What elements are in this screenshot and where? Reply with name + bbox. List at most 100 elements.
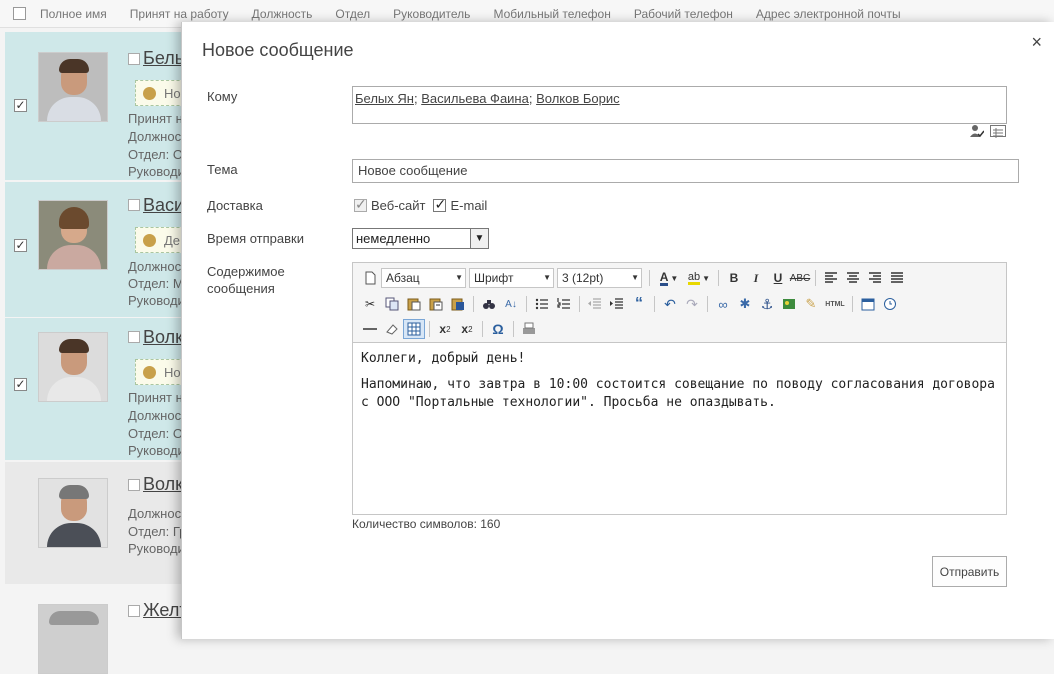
name-checkbox[interactable] — [128, 479, 140, 491]
paste-text-icon[interactable] — [425, 294, 447, 314]
undo-icon[interactable]: ↶ — [659, 294, 681, 314]
recipient[interactable]: Белых Ян — [355, 91, 414, 106]
name-checkbox[interactable] — [128, 605, 140, 617]
indent-icon[interactable] — [606, 294, 628, 314]
message-body[interactable]: Коллеги, добрый день! Напоминаю, что зав… — [361, 350, 1001, 420]
outdent-icon[interactable] — [584, 294, 606, 314]
copy-icon[interactable] — [381, 294, 403, 314]
list-item[interactable]: Волк Должнос Отдел: Гр Руководи — [5, 462, 205, 584]
send-button[interactable]: Отправить — [932, 556, 1007, 587]
to-label: Кому — [207, 89, 238, 104]
recipient[interactable]: Волков Борис — [536, 91, 620, 106]
website-option-label: Веб-сайт — [371, 198, 426, 213]
birthday-cake-icon — [143, 234, 156, 247]
column-full-name[interactable]: Полное имя — [40, 7, 107, 21]
align-right-icon[interactable] — [864, 268, 886, 288]
person-name[interactable]: Васи — [143, 195, 184, 216]
special-character-icon[interactable]: Ω — [487, 319, 509, 339]
list-item[interactable]: Желт — [5, 590, 205, 674]
person-name[interactable]: Волк — [143, 327, 183, 348]
name-checkbox[interactable] — [128, 199, 140, 211]
manager-line: Руководи — [128, 541, 185, 556]
image-icon[interactable] — [778, 294, 800, 314]
person-name[interactable]: Бель — [143, 48, 184, 69]
row-checkbox[interactable]: ✓ — [14, 378, 27, 391]
html-source-icon[interactable]: HTML — [822, 294, 848, 314]
subscript-icon[interactable]: x2 — [434, 319, 456, 339]
name-checkbox[interactable] — [128, 331, 140, 343]
column-position[interactable]: Должность — [252, 7, 313, 21]
highlight-color-icon[interactable]: ab ▼ — [684, 268, 714, 288]
dialog-title: Новое сообщение — [202, 40, 354, 60]
print-icon[interactable] — [518, 319, 540, 339]
horizontal-rule-icon[interactable] — [359, 319, 381, 339]
paste-icon[interactable] — [403, 294, 425, 314]
department-line: Отдел: О — [128, 147, 183, 162]
list-item[interactable]: ✓ Бель Но Принят н Должнос Отдел: О Руко… — [5, 32, 205, 180]
chevron-down-icon: ▼ — [543, 273, 551, 282]
align-left-icon[interactable] — [820, 268, 842, 288]
close-button[interactable]: × — [1031, 32, 1042, 53]
column-email[interactable]: Адрес электронной почты — [756, 7, 901, 21]
underline-icon[interactable]: U — [767, 268, 789, 288]
column-department[interactable]: Отдел — [335, 7, 370, 21]
column-manager[interactable]: Руководитель — [393, 7, 470, 21]
subject-input[interactable]: Новое сообщение — [352, 159, 1019, 183]
link-icon[interactable]: ∞ — [712, 294, 734, 314]
font-color-icon[interactable]: A ▼ — [654, 268, 684, 288]
rich-text-editor: Абзац ▼ Шрифт ▼ 3 (12pt) ▼ A ▼ ab ▼ B I U ABC… — [352, 262, 1007, 515]
recipients-field[interactable]: Белых Ян; Васильева Фаина; Волков Борис — [352, 86, 1007, 124]
new-document-icon[interactable] — [359, 268, 381, 288]
recipient[interactable]: Васильева Фаина — [421, 91, 529, 106]
list-item[interactable]: ✓ Васи Де Должнос Отдел: М Руководи — [5, 182, 205, 317]
strikethrough-icon[interactable]: ABC — [789, 268, 811, 288]
unlink-icon[interactable]: ✱ — [734, 294, 756, 314]
calendar-icon[interactable] — [857, 294, 879, 314]
chevron-down-icon[interactable]: ▼ — [470, 229, 488, 248]
eraser-icon[interactable] — [381, 319, 403, 339]
column-mobile-phone[interactable]: Мобильный телефон — [493, 7, 610, 21]
italic-icon[interactable]: I — [745, 268, 767, 288]
recipient-tools — [970, 124, 1010, 140]
anchor-icon[interactable]: ⚓ — [756, 294, 778, 314]
user-status-icon — [143, 366, 156, 379]
send-time-select[interactable]: немедленно ▼ — [352, 228, 489, 249]
list-item[interactable]: ✓ Волк Но Принят н Должнос Отдел: О Руко… — [5, 318, 205, 460]
name-checkbox[interactable] — [128, 53, 140, 65]
position-line: Должнос — [128, 259, 182, 274]
website-checkbox[interactable] — [354, 196, 367, 213]
person-name[interactable]: Волк — [143, 474, 183, 495]
manager-line: Руководи — [128, 164, 185, 179]
address-book-icon[interactable] — [990, 125, 1006, 138]
replace-icon[interactable]: A↓ — [500, 294, 522, 314]
blockquote-icon[interactable]: “ — [628, 294, 650, 314]
delivery-label: Доставка — [207, 198, 263, 213]
font-size-select[interactable]: 3 (12pt) ▼ — [557, 268, 642, 288]
check-names-icon[interactable] — [970, 124, 985, 138]
column-work-phone[interactable]: Рабочий телефон — [634, 7, 733, 21]
hire-line: Принят н — [128, 111, 183, 126]
clean-format-icon[interactable]: ✎ — [800, 294, 822, 314]
paragraph-format-select[interactable]: Абзац ▼ — [381, 268, 466, 288]
find-icon[interactable] — [478, 294, 500, 314]
email-checkbox[interactable] — [433, 196, 447, 213]
row-checkbox[interactable]: ✓ — [14, 99, 27, 112]
align-center-icon[interactable] — [842, 268, 864, 288]
font-select[interactable]: Шрифт ▼ — [469, 268, 554, 288]
department-line: Отдел: М — [128, 276, 184, 291]
table-icon[interactable] — [403, 319, 425, 339]
bold-icon[interactable]: B — [723, 268, 745, 288]
justify-icon[interactable] — [886, 268, 908, 288]
user-status-icon — [143, 87, 156, 100]
bulleted-list-icon[interactable] — [531, 294, 553, 314]
numbered-list-icon[interactable] — [553, 294, 575, 314]
superscript-icon[interactable]: x2 — [456, 319, 478, 339]
column-hire-date[interactable]: Принят на работу — [130, 7, 229, 21]
cut-icon[interactable]: ✂ — [359, 294, 381, 314]
paste-word-icon[interactable] — [447, 294, 469, 314]
select-all-checkbox[interactable] — [13, 7, 26, 20]
row-checkbox[interactable]: ✓ — [14, 239, 27, 252]
chevron-down-icon: ▼ — [631, 273, 639, 282]
redo-icon[interactable]: ↷ — [681, 294, 703, 314]
clock-icon[interactable] — [879, 294, 901, 314]
